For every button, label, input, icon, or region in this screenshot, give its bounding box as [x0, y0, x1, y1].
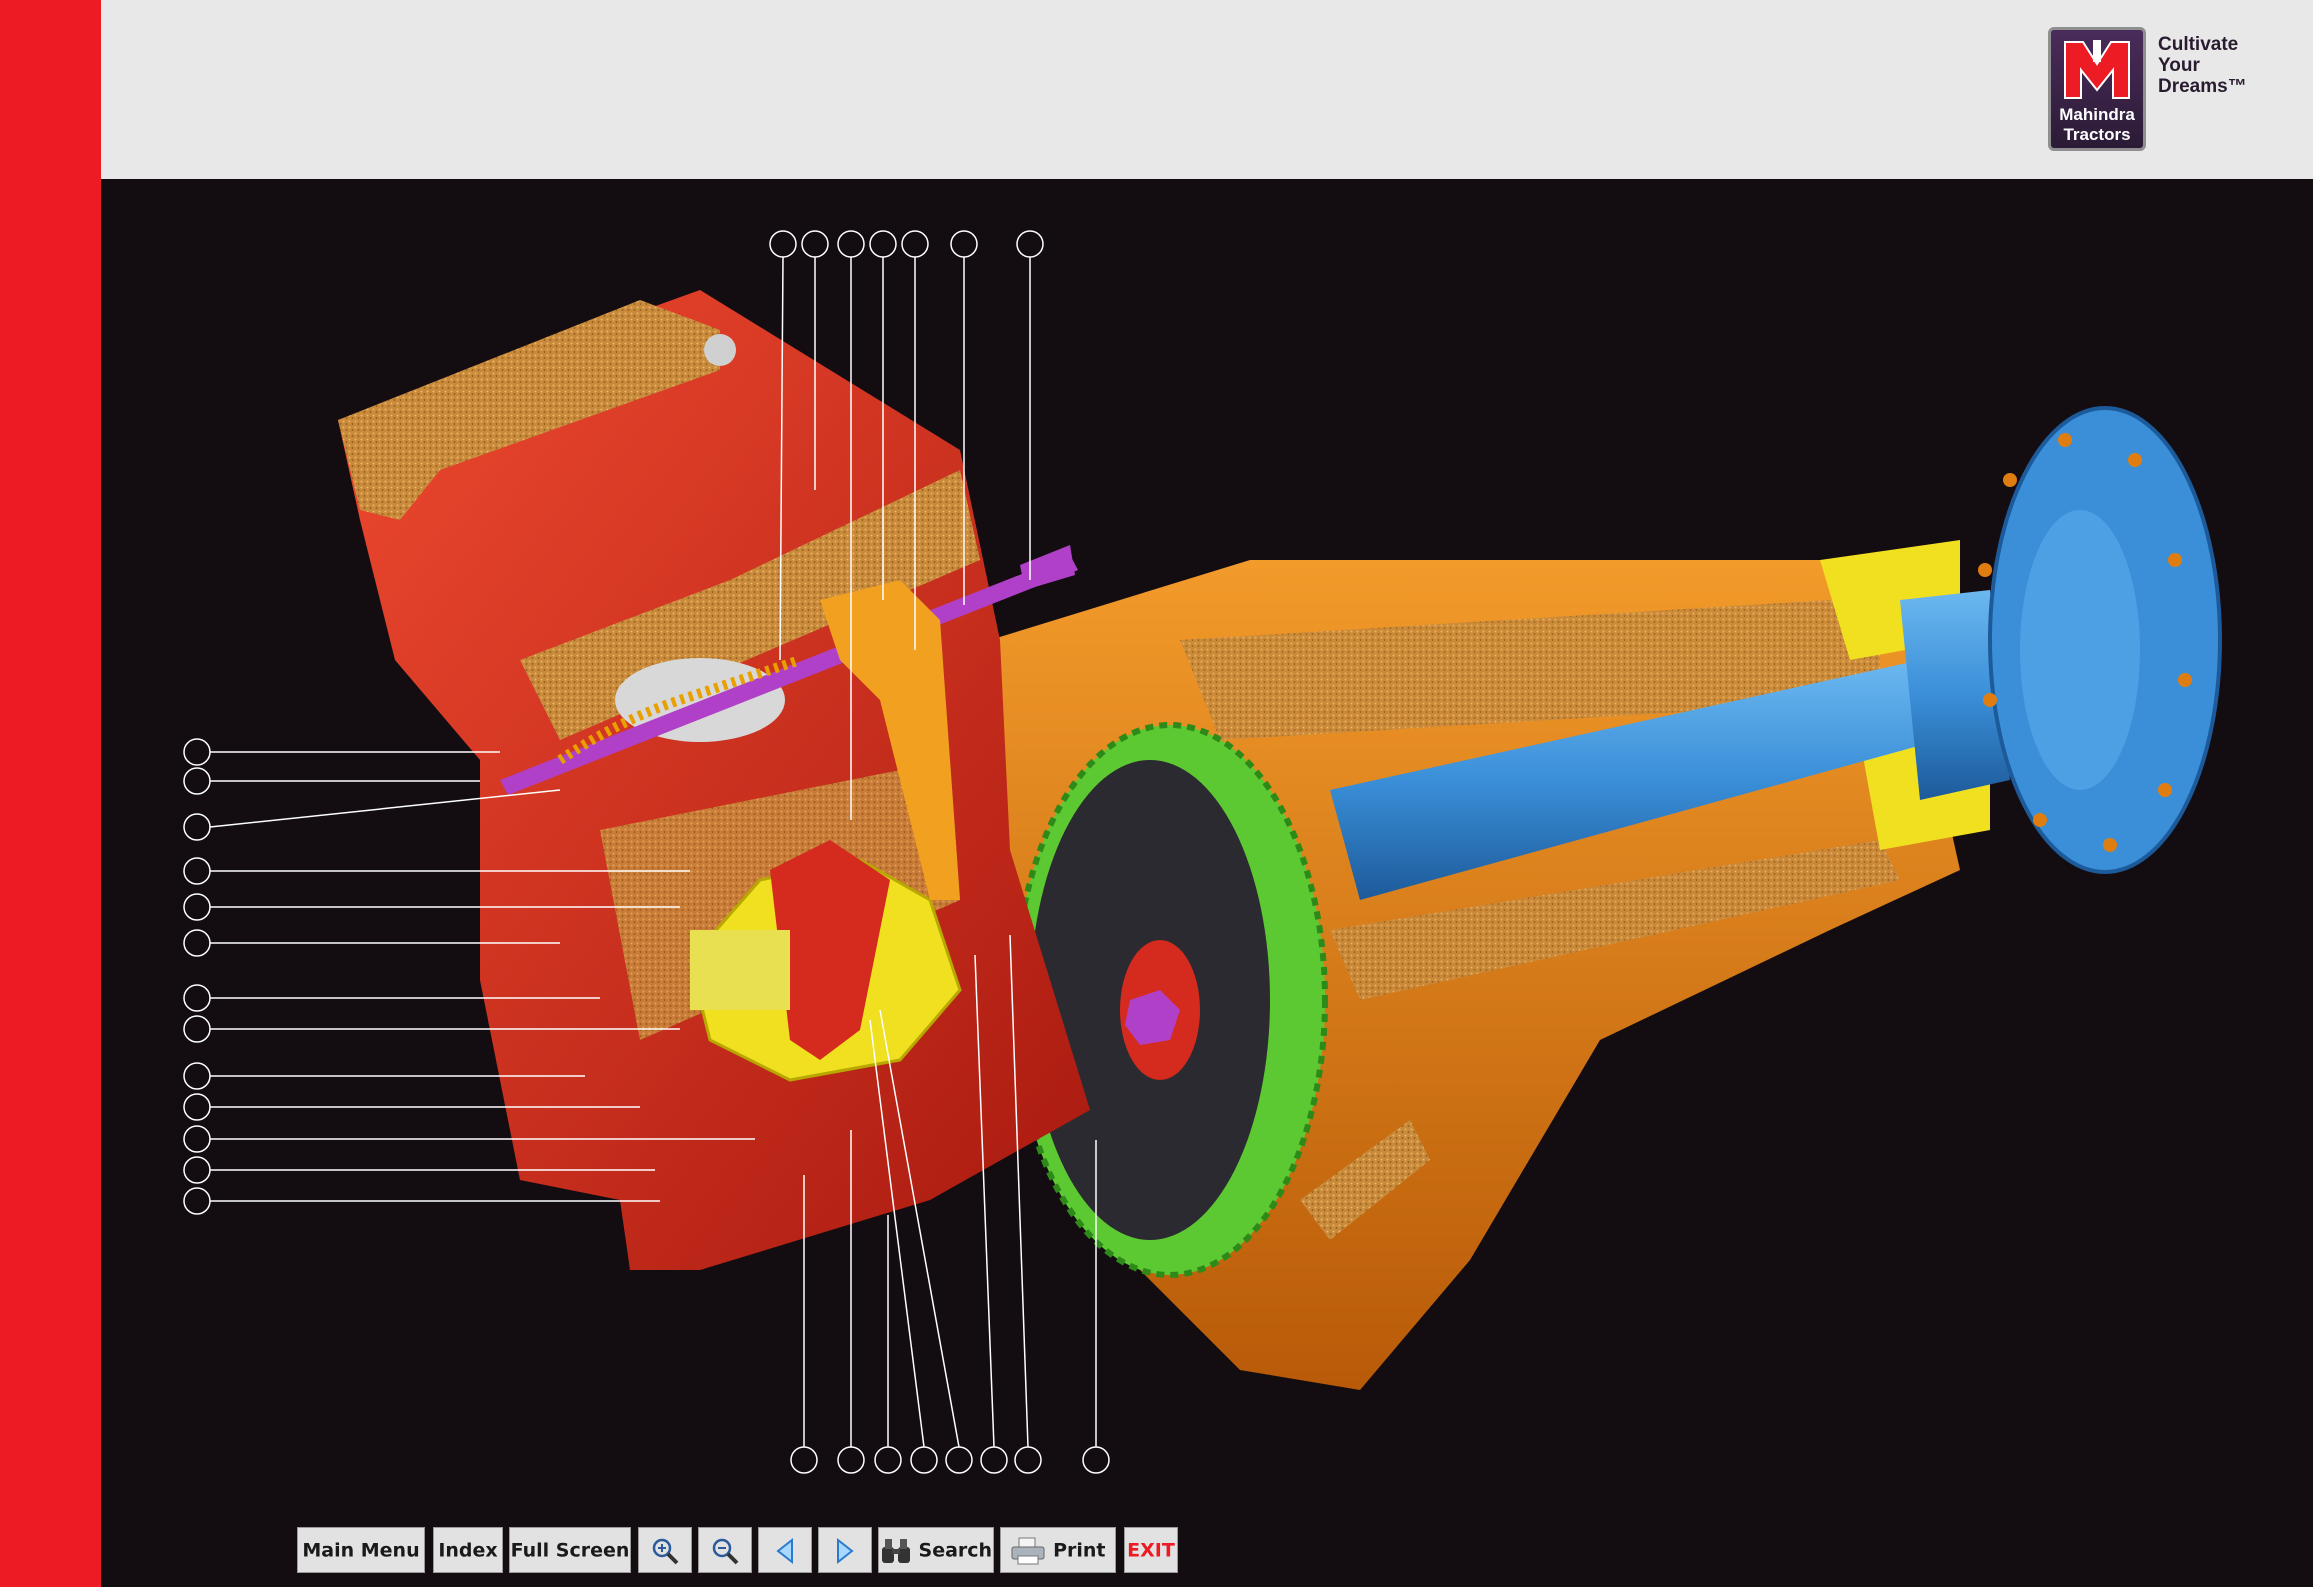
- callout-circle-bottom-4: [910, 1446, 938, 1474]
- callout-circle-top-7: [1016, 230, 1044, 258]
- index-button[interactable]: Index: [433, 1527, 503, 1573]
- callout-circle-left-1: [183, 738, 211, 766]
- zoom-in-icon: [652, 1538, 679, 1564]
- full-screen-button[interactable]: Full Screen: [509, 1527, 631, 1573]
- next-arrow-icon: [837, 1537, 854, 1564]
- differential-casing: [338, 290, 1090, 1270]
- callout-circle-top-3: [837, 230, 865, 258]
- callout-circle-left-8: [183, 1015, 211, 1043]
- callout-circle-left-12: [183, 1156, 211, 1184]
- callout-circle-left-5: [183, 893, 211, 921]
- zoom-out-button[interactable]: [698, 1527, 752, 1573]
- callout-circle-left-2: [183, 767, 211, 795]
- exit-label: EXIT: [1127, 1539, 1175, 1562]
- main-menu-button[interactable]: Main Menu: [297, 1527, 425, 1573]
- callout-circle-top-2: [801, 230, 829, 258]
- callout-circle-left-13: [183, 1187, 211, 1215]
- bull-gear: [1012, 722, 1328, 1278]
- callout-circle-left-3: [183, 813, 211, 841]
- main-menu-label: Main Menu: [302, 1539, 420, 1562]
- zoom-in-button[interactable]: [638, 1527, 692, 1573]
- full-screen-label: Full Screen: [510, 1539, 630, 1562]
- zoom-out-icon: [712, 1538, 739, 1564]
- binoculars-icon: [881, 1538, 910, 1563]
- callout-circle-left-9: [183, 1062, 211, 1090]
- search-label: Search: [918, 1539, 993, 1562]
- previous-page-button[interactable]: [758, 1527, 812, 1573]
- callout-circle-left-10: [183, 1093, 211, 1121]
- callout-circle-left-4: [183, 857, 211, 885]
- callout-circle-top-4: [869, 230, 897, 258]
- callout-circle-bottom-8: [1082, 1446, 1110, 1474]
- callout-circle-bottom-2: [837, 1446, 865, 1474]
- callout-circle-top-6: [950, 230, 978, 258]
- callout-circle-bottom-1: [790, 1446, 818, 1474]
- callout-circle-top-1: [769, 230, 797, 258]
- callout-circle-top-5: [901, 230, 929, 258]
- search-button[interactable]: Search: [878, 1527, 994, 1573]
- previous-arrow-icon: [776, 1537, 793, 1564]
- callout-circle-left-7: [183, 984, 211, 1012]
- callout-circle-bottom-7: [1014, 1446, 1042, 1474]
- callout-circle-bottom-3: [874, 1446, 902, 1474]
- exit-button[interactable]: EXIT: [1124, 1527, 1178, 1573]
- axle-cutaway-illustration: [183, 230, 2222, 1474]
- callout-circle-bottom-5: [945, 1446, 973, 1474]
- printer-icon: [1011, 1537, 1045, 1564]
- print-button[interactable]: Print: [1000, 1527, 1116, 1573]
- callout-circle-bottom-6: [980, 1446, 1008, 1474]
- index-label: Index: [438, 1539, 498, 1562]
- print-label: Print: [1053, 1539, 1106, 1562]
- next-page-button[interactable]: [818, 1527, 872, 1573]
- callout-circle-left-6: [183, 929, 211, 957]
- callout-circle-left-11: [183, 1125, 211, 1153]
